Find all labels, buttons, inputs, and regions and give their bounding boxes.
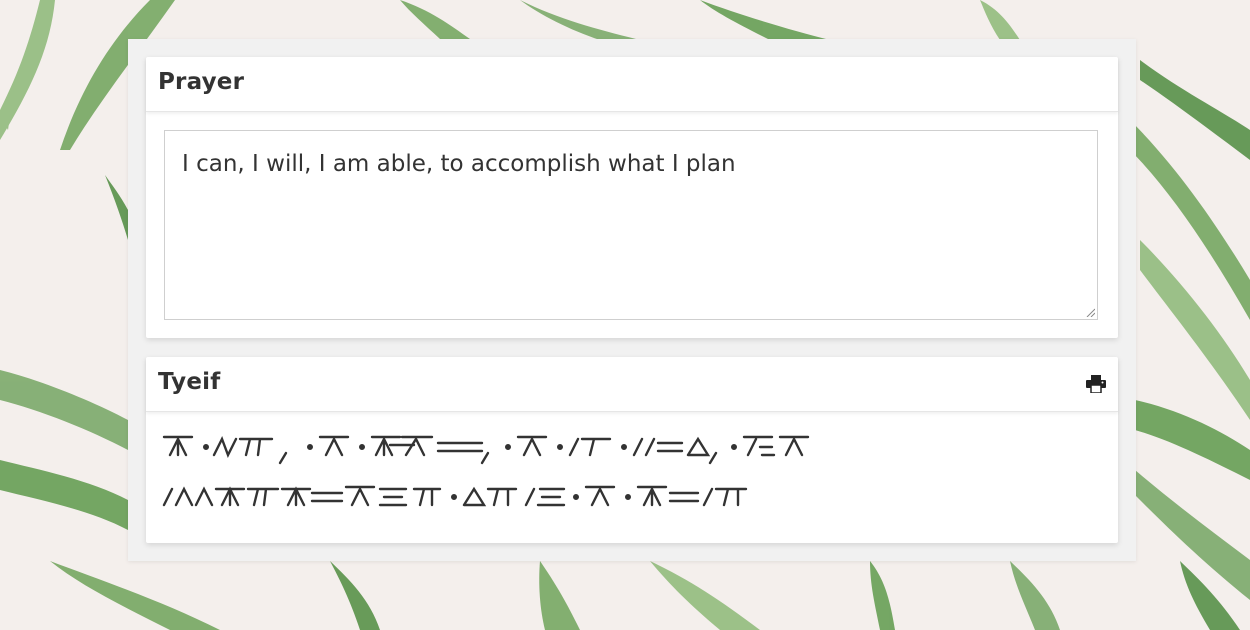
content-panel: Prayer I can, I will, I am able, to acco… [128, 39, 1136, 561]
printer-icon[interactable] [1086, 375, 1106, 393]
prayer-text[interactable]: I can, I will, I am able, to accomplish … [182, 151, 736, 177]
tyeif-title: Tyeif [158, 369, 221, 395]
tyeif-script-line-2 [162, 485, 748, 507]
prayer-card-header: Prayer [146, 57, 1118, 112]
tyeif-card: Tyeif [146, 357, 1118, 543]
prayer-textarea[interactable]: I can, I will, I am able, to accomplish … [164, 130, 1098, 320]
prayer-card: Prayer I can, I will, I am able, to acco… [146, 57, 1118, 338]
tyeif-script-line-1 [162, 435, 810, 465]
prayer-title: Prayer [158, 69, 245, 95]
tyeif-card-header: Tyeif [146, 357, 1118, 412]
resize-handle-icon[interactable] [1085, 307, 1095, 317]
